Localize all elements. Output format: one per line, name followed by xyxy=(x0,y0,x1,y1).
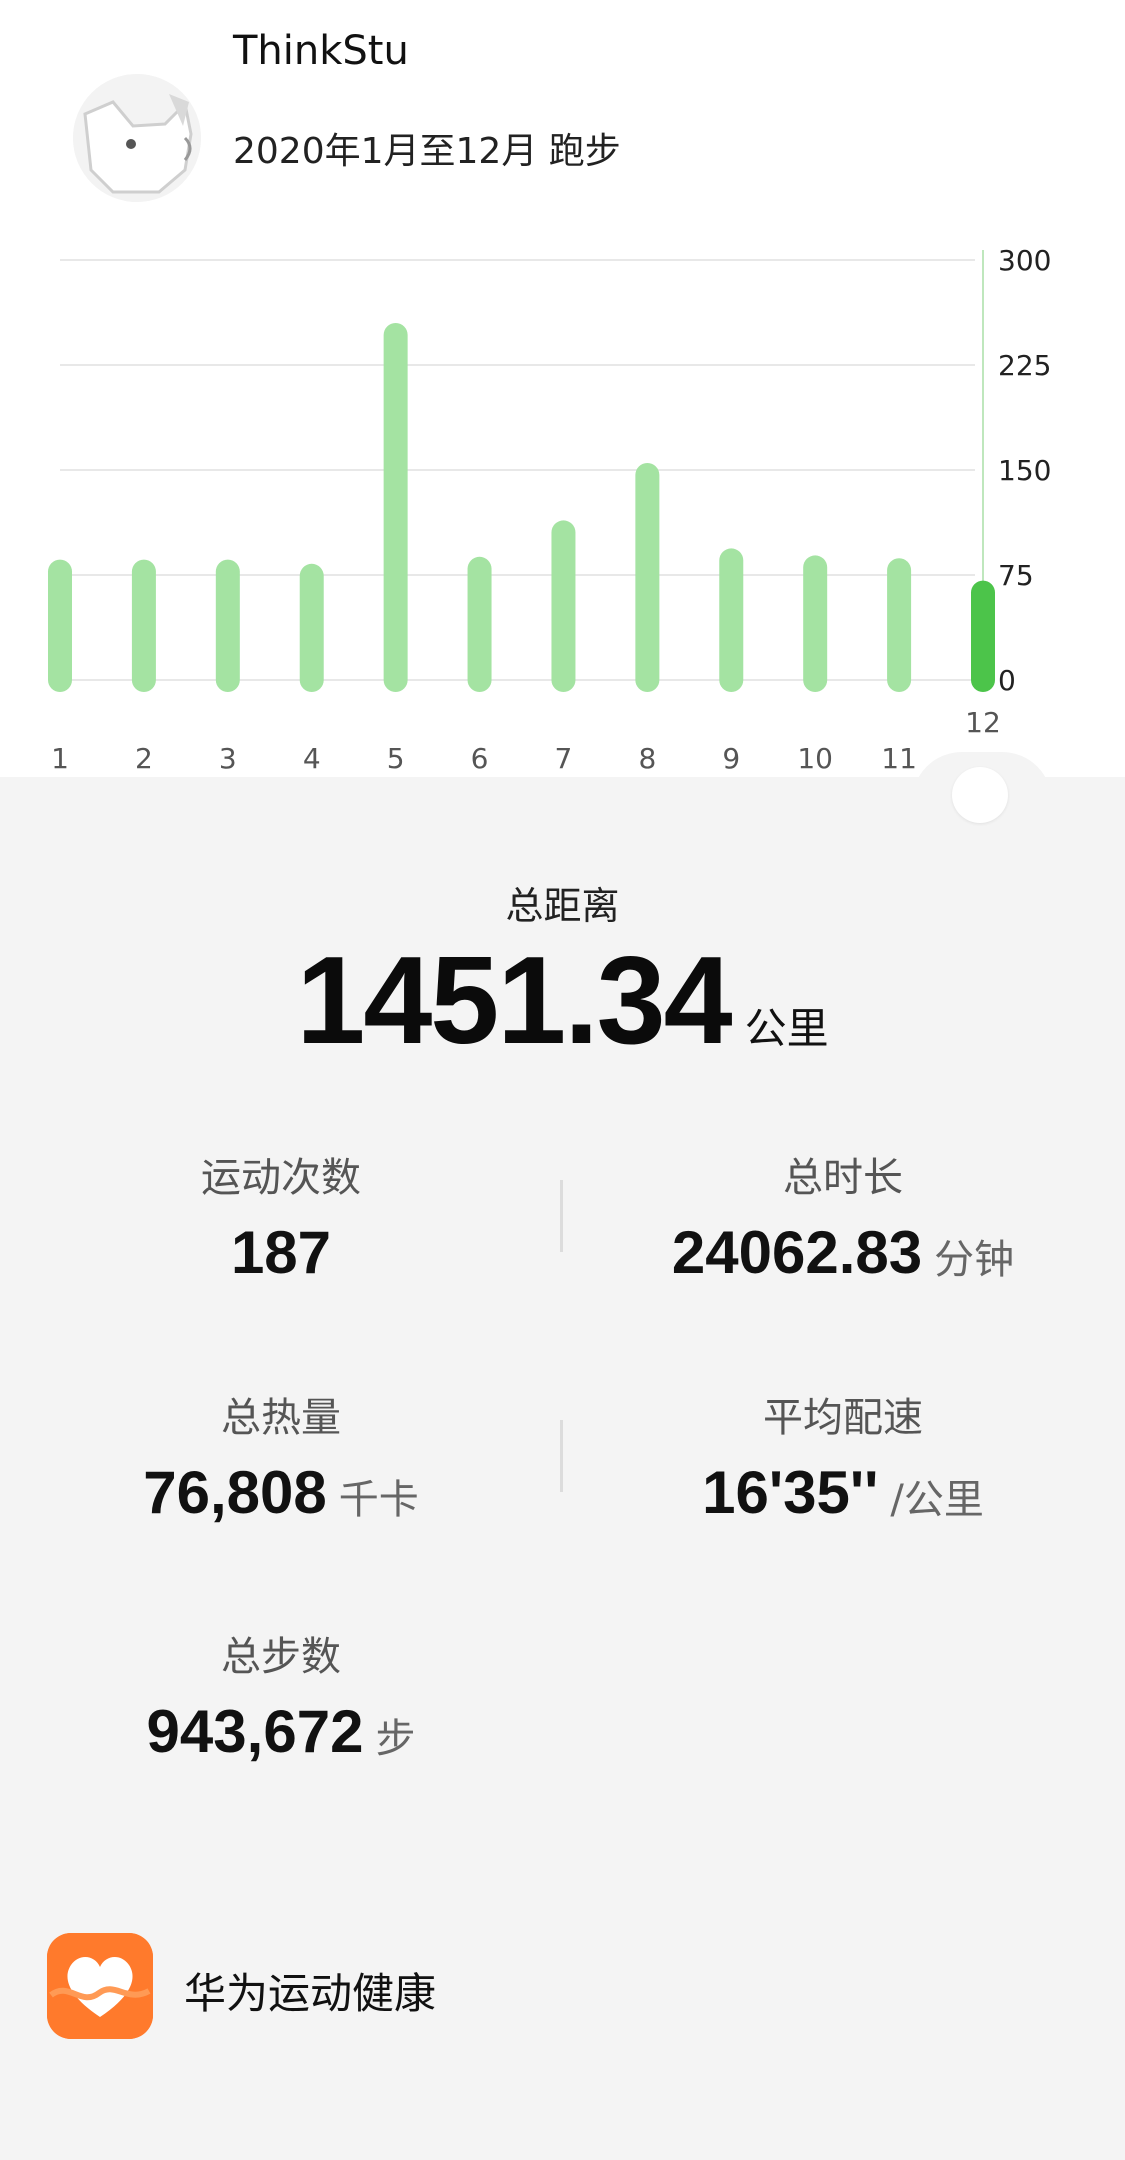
y-tick-label: 75 xyxy=(998,559,1034,592)
header: ThinkStu 2020年1月至12月 跑步 xyxy=(0,0,1125,230)
duration-stat: 24062.83 分钟 xyxy=(562,1218,1124,1287)
duration-value: 24062.83 xyxy=(671,1219,923,1286)
duration-label: 总时长 xyxy=(783,1155,903,1201)
bar-chart[interactable]: 3002251507501 2 3 4 5 6 7 8 9 10 1112 xyxy=(0,230,1125,777)
steps-unit: 步 xyxy=(375,1716,416,1762)
app-name: 华为运动健康 xyxy=(184,1969,437,2018)
total-distance-value: 1451.34 xyxy=(296,932,732,1070)
bar-month-12[interactable] xyxy=(971,580,995,692)
monthly-distance-chart[interactable]: 300 225 150 75 0 1 2 3 4 5 6 7 8 9 10 11 12 xyxy=(0,230,1125,777)
x-tick-label[interactable]: 2 xyxy=(135,742,153,775)
pace-value: 16'35'' xyxy=(702,1459,879,1526)
bar-month-7[interactable] xyxy=(551,520,576,692)
user-name: ThinkStu xyxy=(233,28,409,74)
x-tick-label[interactable]: 4 xyxy=(303,742,321,775)
bar-month-4[interactable] xyxy=(299,563,324,692)
calories-unit: 千卡 xyxy=(338,1477,419,1523)
bar-month-5[interactable] xyxy=(383,323,408,692)
x-tick-label[interactable]: 11 xyxy=(881,742,917,775)
x-tick-label[interactable]: 7 xyxy=(555,742,573,775)
bar-month-9[interactable] xyxy=(719,548,744,692)
x-tick-label[interactable]: 9 xyxy=(722,742,740,775)
calories-value: 76,808 xyxy=(143,1459,327,1526)
bar-month-10[interactable] xyxy=(803,555,828,692)
avatar[interactable] xyxy=(73,74,201,202)
total-distance-unit: 公里 xyxy=(744,1004,829,1053)
x-tick-label[interactable]: 12 xyxy=(965,706,1001,739)
pace-label: 平均配速 xyxy=(763,1395,923,1441)
x-tick-label[interactable]: 6 xyxy=(471,742,489,775)
bar-month-3[interactable] xyxy=(215,559,240,692)
calories-label: 总热量 xyxy=(221,1395,341,1441)
bar-month-1[interactable] xyxy=(48,559,72,692)
dog-avatar-icon xyxy=(73,74,201,202)
y-tick-label: 150 xyxy=(998,454,1051,487)
x-tick-label[interactable]: 3 xyxy=(219,742,237,775)
date-range-subtitle: 2020年1月至12月 跑步 xyxy=(233,131,621,172)
workouts-label: 运动次数 xyxy=(201,1155,361,1201)
y-tick-label: 0 xyxy=(998,664,1016,697)
app-logo xyxy=(47,1933,153,2039)
calories-stat: 76,808 千卡 xyxy=(0,1458,562,1527)
x-tick-label[interactable]: 5 xyxy=(387,742,405,775)
duration-unit: 分钟 xyxy=(934,1237,1015,1283)
steps-value: 943,672 xyxy=(146,1698,364,1765)
bar-month-11[interactable] xyxy=(887,558,912,692)
x-tick-label[interactable]: 10 xyxy=(797,742,833,775)
y-tick-label: 225 xyxy=(998,349,1051,382)
total-distance-label: 总距离 xyxy=(505,884,620,928)
month-selector-handle[interactable] xyxy=(952,767,1008,823)
y-tick-label: 300 xyxy=(998,244,1051,277)
workouts-value: 187 xyxy=(230,1219,332,1286)
steps-stat: 943,672 步 xyxy=(0,1697,562,1766)
pace-unit: /公里 xyxy=(890,1477,984,1523)
x-tick-label[interactable]: 1 xyxy=(51,742,69,775)
steps-label: 总步数 xyxy=(221,1634,341,1680)
heart-icon xyxy=(47,1933,153,2039)
bar-month-6[interactable] xyxy=(467,556,492,692)
total-distance: 1451.34 公里 xyxy=(0,930,1125,1072)
workouts-stat: 187 xyxy=(0,1218,562,1287)
bar-month-8[interactable] xyxy=(635,463,660,692)
x-tick-label[interactable]: 8 xyxy=(638,742,656,775)
bar-month-2[interactable] xyxy=(131,559,156,692)
pace-stat: 16'35''/公里 xyxy=(562,1458,1124,1527)
